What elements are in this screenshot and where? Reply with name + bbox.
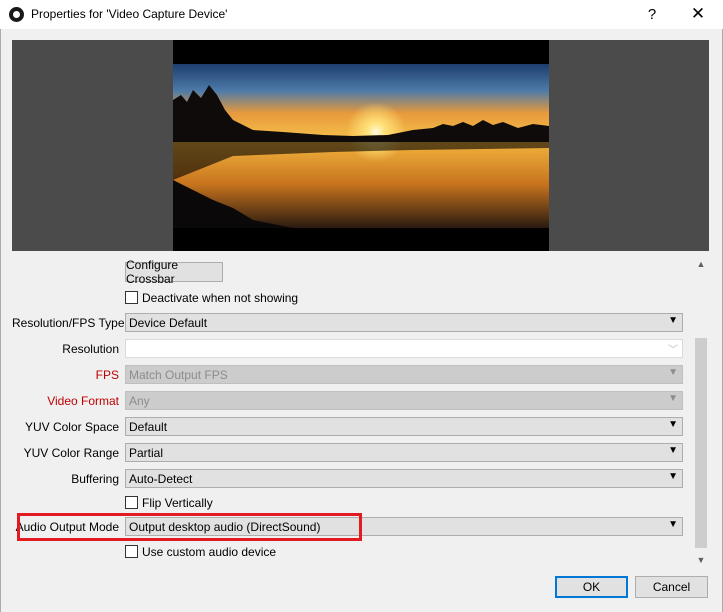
highlight-box xyxy=(17,513,362,541)
yuv-color-range-value: Partial xyxy=(129,446,164,460)
scroll-up-icon[interactable]: ▲ xyxy=(693,256,709,272)
yuv-color-range-select[interactable]: Partial ▼ xyxy=(125,443,683,462)
chevron-down-icon: ▼ xyxy=(668,519,678,530)
buffering-label: Buffering xyxy=(71,472,119,486)
resolution-fps-type-label: Resolution/FPS Type xyxy=(12,316,125,330)
chevron-down-icon: ▼ xyxy=(668,367,678,378)
yuv-color-range-label: YUV Color Range xyxy=(23,446,119,460)
video-format-select: Any ▼ xyxy=(125,391,683,410)
buffering-select[interactable]: Auto-Detect ▼ xyxy=(125,469,683,488)
custom-audio-checkbox[interactable] xyxy=(125,545,138,558)
yuv-color-space-select[interactable]: Default ▼ xyxy=(125,417,683,436)
yuv-color-space-value: Default xyxy=(129,420,168,434)
fps-value: Match Output FPS xyxy=(129,368,228,382)
window-title: Properties for 'Video Capture Device' xyxy=(31,7,228,21)
fps-select: Match Output FPS ▼ xyxy=(125,365,683,384)
deactivate-label: Deactivate when not showing xyxy=(142,291,299,305)
yuv-color-space-label: YUV Color Space xyxy=(24,420,119,434)
video-preview xyxy=(173,40,549,251)
vertical-scrollbar[interactable]: ▲ ▼ xyxy=(693,254,709,570)
chevron-down-icon: ▼ xyxy=(668,471,678,482)
configure-crossbar-button[interactable]: Configure Crossbar xyxy=(125,258,223,286)
chevron-down-icon: ▼ xyxy=(668,445,678,456)
video-format-label: Video Format xyxy=(47,394,119,408)
video-format-value: Any xyxy=(129,394,150,408)
deactivate-checkbox[interactable] xyxy=(125,291,138,304)
buffering-value: Auto-Detect xyxy=(129,472,193,486)
obs-logo-icon xyxy=(9,7,24,22)
sunset-lake-image xyxy=(173,40,549,251)
fps-label: FPS xyxy=(95,368,119,382)
scroll-thumb[interactable] xyxy=(695,338,707,548)
resolution-fps-type-value: Device Default xyxy=(129,316,208,330)
flip-vertically-checkbox[interactable] xyxy=(125,496,138,509)
ok-button[interactable]: OK xyxy=(555,576,628,598)
close-button[interactable]: ✕ xyxy=(676,1,720,27)
resolution-label: Resolution xyxy=(62,342,119,356)
chevron-down-icon: ﹀ xyxy=(668,345,678,356)
scroll-down-icon[interactable]: ▼ xyxy=(693,552,709,568)
help-button[interactable]: ? xyxy=(630,1,674,27)
chevron-down-icon: ▼ xyxy=(668,419,678,430)
chevron-down-icon: ▼ xyxy=(668,315,678,326)
cancel-button[interactable]: Cancel xyxy=(635,576,708,598)
title-bar: Properties for 'Video Capture Device' ? … xyxy=(0,0,723,29)
resolution-fps-type-select[interactable]: Device Default ▼ xyxy=(125,313,683,332)
flip-vertically-label: Flip Vertically xyxy=(142,496,213,510)
chevron-down-icon: ▼ xyxy=(668,393,678,404)
custom-audio-label: Use custom audio device xyxy=(142,545,277,559)
resolution-select[interactable]: ﹀ xyxy=(125,339,683,358)
